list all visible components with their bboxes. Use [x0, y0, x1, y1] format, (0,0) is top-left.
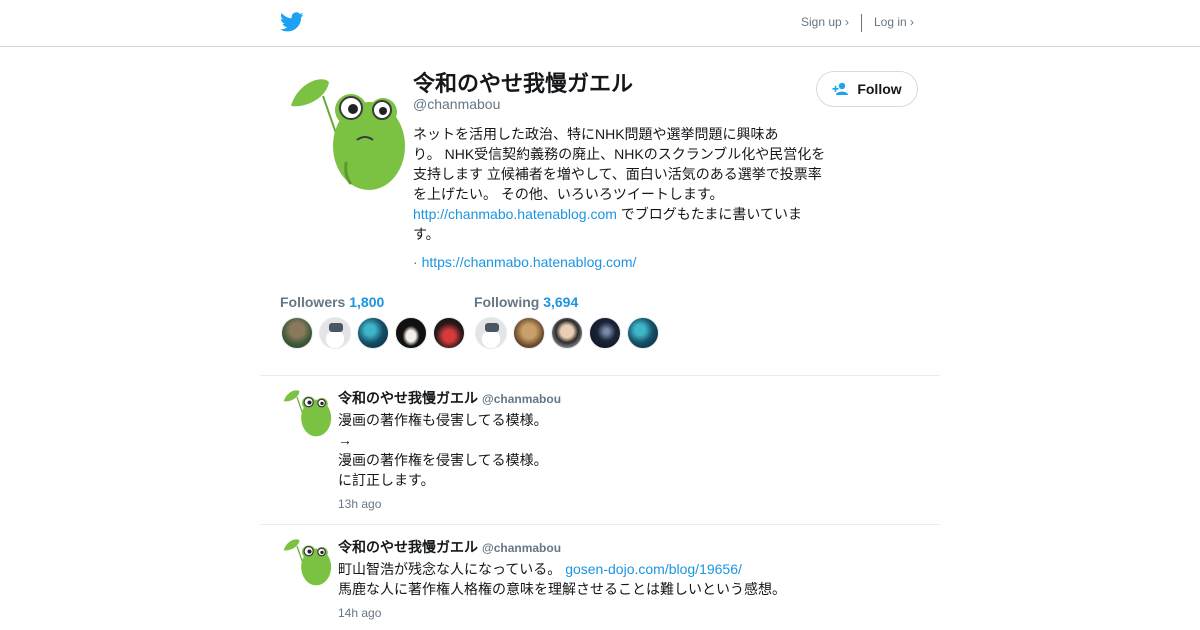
bio-line: を上げたい。 その他、いろいろツイートします。 — [413, 186, 724, 202]
tweet-text: 漫画の著作権も侵害してる模様。 → 漫画の著作権を侵害してる模様。 に訂正します… — [338, 410, 548, 490]
twitter-bird-icon[interactable] — [280, 10, 304, 34]
tweet-author-name: 令和のやせ我慢ガエル — [338, 390, 478, 406]
tweet-timestamp[interactable]: 13h ago — [338, 497, 381, 511]
follower-avatar[interactable] — [395, 317, 427, 349]
bio-line: り。 NHK受信契約義務の廃止、NHKのスクランブル化や民営化を — [413, 146, 826, 162]
tweet-author[interactable]: 令和のやせ我慢ガエル @chanmabou — [338, 537, 561, 557]
profile-bio: ネットを活用した政治、特にNHK問題や選挙問題に興味あ り。 NHK受信契約義務… — [413, 124, 828, 244]
tweet-line: 馬鹿な人に著作権人格権の意味を理解させることは難しいという感想。 — [338, 581, 786, 597]
following-avatar[interactable] — [551, 317, 583, 349]
following-label: Following — [474, 294, 540, 310]
nav-divider — [861, 14, 862, 32]
url-bullet: · — [413, 254, 422, 270]
following-count: 3,694 — [543, 294, 579, 310]
bio-line: http://chanmabo.hatenablog.com でブログもたまに書… — [413, 204, 828, 224]
tweet-avatar[interactable] — [282, 537, 332, 587]
bio-blog-link[interactable]: http://chanmabo.hatenablog.com — [413, 206, 617, 222]
divider — [260, 524, 940, 525]
tweet-timestamp[interactable]: 14h ago — [338, 606, 381, 620]
followers-avatars — [281, 317, 465, 349]
following-avatar[interactable] — [627, 317, 659, 349]
tweet-line: 漫画の著作権を侵害してる模様。 — [338, 452, 548, 468]
profile-url: · https://chanmabo.hatenablog.com/ — [413, 254, 636, 270]
login-link[interactable]: Log in › — [874, 15, 914, 29]
follower-avatar[interactable] — [433, 317, 465, 349]
tweet-text: 町山智浩が残念な人になっている。 gosen-dojo.com/blog/196… — [338, 559, 786, 599]
add-user-icon — [832, 82, 849, 95]
tweet-line: → — [338, 432, 352, 448]
tweet-line-text: 町山智浩が残念な人になっている。 — [338, 561, 566, 577]
bio-line: 支持します 立候補者を増やして、面白い活気のある選挙で投票率 — [413, 166, 822, 182]
bio-line: す。 — [413, 226, 440, 242]
tweet-line: に訂正します。 — [338, 472, 435, 488]
tweet-line: 漫画の著作権も侵害してる模様。 — [338, 412, 548, 428]
following-avatars — [475, 317, 659, 349]
profile-handle: @chanmabou — [413, 96, 501, 112]
following-avatar[interactable] — [589, 317, 621, 349]
follower-avatar[interactable] — [319, 317, 351, 349]
signup-link[interactable]: Sign up › — [801, 15, 849, 29]
tweet-line: 町山智浩が残念な人になっている。 gosen-dojo.com/blog/196… — [338, 559, 786, 579]
profile-name: 令和のやせ我慢ガエル — [413, 71, 634, 96]
divider — [260, 375, 940, 376]
profile-url-link[interactable]: https://chanmabo.hatenablog.com/ — [422, 254, 637, 270]
tweet-author-handle: @chanmabou — [482, 392, 562, 406]
bio-line: ネットを活用した政治、特にNHK問題や選挙問題に興味あ — [413, 126, 779, 142]
following-avatar[interactable] — [475, 317, 507, 349]
followers-stat[interactable]: Followers 1,800 — [280, 294, 384, 310]
follower-avatar[interactable] — [281, 317, 313, 349]
tweet-avatar[interactable] — [282, 388, 332, 438]
frog-avatar[interactable] — [287, 74, 407, 194]
followers-count: 1,800 — [349, 294, 385, 310]
following-avatar[interactable] — [513, 317, 545, 349]
follow-label: Follow — [857, 81, 902, 97]
followers-label: Followers — [280, 294, 346, 310]
tweet-link[interactable]: gosen-dojo.com/blog/19656/ — [565, 561, 742, 577]
following-stat[interactable]: Following 3,694 — [474, 294, 578, 310]
tweet-author[interactable]: 令和のやせ我慢ガエル @chanmabou — [338, 388, 561, 408]
follow-button[interactable]: Follow — [816, 71, 918, 107]
tweet-author-handle: @chanmabou — [482, 541, 562, 555]
follower-avatar[interactable] — [357, 317, 389, 349]
bio-text: でブログもたまに書いていま — [616, 206, 802, 222]
top-bar: Sign up › Log in › — [0, 0, 1200, 47]
tweet-author-name: 令和のやせ我慢ガエル — [338, 539, 478, 555]
